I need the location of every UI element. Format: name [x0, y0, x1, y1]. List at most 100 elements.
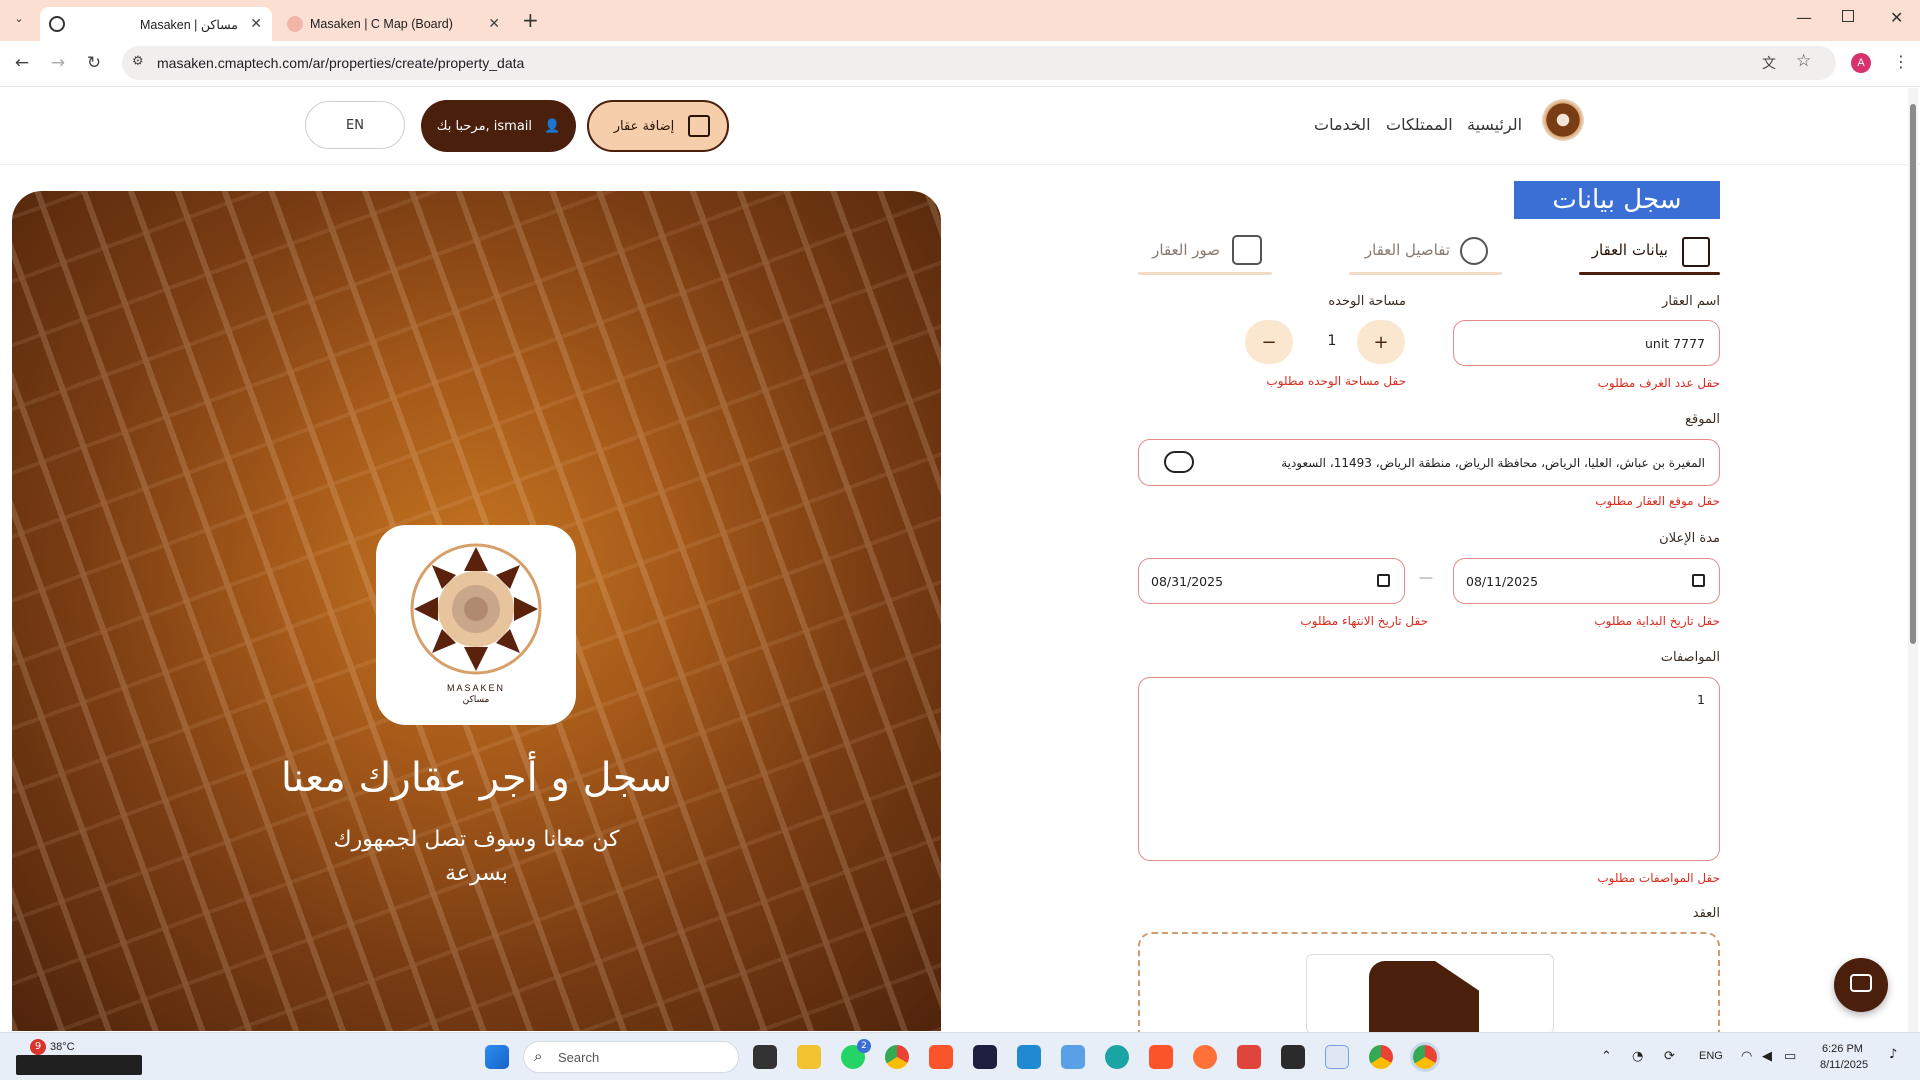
chrome-active-icon[interactable]: [1413, 1045, 1437, 1069]
jetbrains-icon[interactable]: [973, 1045, 997, 1069]
file-explorer-icon[interactable]: [797, 1045, 821, 1069]
site-info-icon[interactable]: ⚙: [132, 54, 144, 69]
add-property-button[interactable]: إضافة عقار: [587, 100, 729, 152]
weather-widget[interactable]: 9 38°C: [16, 1039, 146, 1075]
language-indicator[interactable]: ENG: [1699, 1050, 1723, 1062]
translate-icon[interactable]: 文: [1762, 53, 1776, 73]
search-placeholder: Search: [558, 1050, 600, 1065]
nav-home[interactable]: الرئيسية: [1467, 115, 1522, 134]
contract-upload-dropzone[interactable]: [1138, 932, 1720, 1035]
tab-property-data[interactable]: بيانات العقار: [1579, 233, 1720, 275]
weather-badge: 9: [30, 1039, 46, 1055]
promo-title: سجل و أجر عقارك معنا: [280, 755, 673, 801]
app-store-icon[interactable]: [1061, 1045, 1085, 1069]
weather-temp: 38°C: [50, 1041, 75, 1053]
wifi-icon[interactable]: ◠: [1741, 1049, 1752, 1064]
terminal-icon[interactable]: [1281, 1045, 1305, 1069]
nav-services[interactable]: الخدمات: [1314, 115, 1371, 134]
increment-button[interactable]: +: [1357, 320, 1405, 364]
browser-tab-bar: ⌄ Masaken | مساكن ✕ Masaken | C Map (Boa…: [0, 0, 1920, 41]
volume-icon[interactable]: ◀: [1762, 1049, 1772, 1064]
end-date-field[interactable]: 08/31/2025: [1138, 558, 1405, 604]
start-date-field[interactable]: 08/11/2025: [1453, 558, 1720, 604]
scrollbar-thumb[interactable]: [1910, 104, 1916, 644]
specs-textarea[interactable]: 1: [1138, 677, 1720, 861]
decrement-button[interactable]: −: [1245, 320, 1293, 364]
tab-masaken[interactable]: Masaken | مساكن ✕: [40, 7, 272, 41]
tab-underline: [1349, 272, 1502, 275]
notification-bell-icon[interactable]: ♪: [1889, 1047, 1897, 1062]
tab-label: بيانات العقار: [1591, 241, 1668, 259]
brave-beta-icon[interactable]: [1149, 1045, 1173, 1069]
promo-subtitle-1: كن معانا وسوف تصل لجمهورك: [333, 827, 620, 852]
clock-date[interactable]: 8/11/2025: [1820, 1059, 1868, 1071]
unit-area-error: حقل مساحة الوحده مطلوب: [1266, 374, 1406, 388]
welcome-label: مرحبا بك, ismail: [436, 118, 533, 134]
back-icon[interactable]: ←: [11, 53, 33, 73]
notepad-icon[interactable]: [1325, 1045, 1349, 1069]
address-bar-row: ← → ↻ ⚙ masaken.cmaptech.com/ar/properti…: [0, 41, 1920, 87]
forward-icon[interactable]: →: [47, 53, 69, 73]
promo-logo-arabic: مساكن: [462, 695, 490, 705]
chat-button[interactable]: [1834, 958, 1888, 1012]
taskbar-search[interactable]: ⌕ Search: [523, 1041, 739, 1073]
brave-icon[interactable]: [929, 1045, 953, 1069]
locate-icon[interactable]: [1164, 451, 1194, 473]
reload-icon[interactable]: ↻: [83, 53, 105, 73]
url-bar[interactable]: ⚙ masaken.cmaptech.com/ar/properties/cre…: [122, 46, 1836, 80]
tray-chevron-icon[interactable]: ⌃: [1601, 1049, 1612, 1064]
date-range-separator: —: [1419, 570, 1433, 586]
search-icon: ⌕: [534, 1047, 543, 1065]
battery-icon[interactable]: ▭: [1784, 1049, 1796, 1064]
vscode-icon[interactable]: [1017, 1045, 1041, 1069]
tab-search-icon[interactable]: ⌄: [10, 12, 28, 30]
chrome-profile-icon[interactable]: [1369, 1045, 1393, 1069]
page-title: سجل بيانات عقارك: [1514, 181, 1720, 253]
user-icon: 👤: [544, 118, 561, 134]
minimize-button[interactable]: —: [1796, 8, 1812, 27]
tab-property-photos[interactable]: صور العقار: [1138, 233, 1272, 275]
close-tab-icon[interactable]: ✕: [250, 16, 262, 32]
brave-nightly-icon[interactable]: [1237, 1045, 1261, 1069]
tab-cmap[interactable]: Masaken | C Map (Board) ✕: [278, 7, 510, 41]
task-view-icon[interactable]: [753, 1045, 777, 1069]
page-scrollbar[interactable]: [1908, 88, 1918, 1032]
edge-icon[interactable]: [1105, 1045, 1129, 1069]
unit-area-value[interactable]: 1: [1312, 333, 1352, 349]
location-field[interactable]: المغيرة بن عباش، العليا، الرياض، محافظة …: [1138, 439, 1720, 486]
tab-property-details[interactable]: تفاصيل العقار: [1349, 233, 1502, 275]
property-name-field[interactable]: unit 7777: [1453, 320, 1720, 366]
windows-taskbar: 9 38°C ⌕ Search 2 ⌃ ◔ ⟳ ENG ◠ ◀ ▭ 6:26 P…: [0, 1032, 1920, 1080]
unit-area-label: مساحة الوحده: [1328, 294, 1406, 309]
menu-kebab-icon[interactable]: ⋮: [1893, 52, 1909, 71]
site-header: الرئيسية الممتلكات الخدمات إضافة عقار مر…: [0, 87, 1920, 165]
windows-start-icon[interactable]: [485, 1045, 509, 1069]
close-window-button[interactable]: ✕: [1890, 8, 1903, 27]
tab-underline: [1138, 272, 1272, 275]
network-icon[interactable]: ◔: [1632, 1049, 1643, 1064]
clock-time[interactable]: 6:26 PM: [1822, 1043, 1863, 1055]
restore-button[interactable]: [1842, 10, 1854, 22]
end-date-error: حقل تاريخ الانتهاء مطلوب: [1300, 614, 1428, 628]
add-image-icon: [1232, 235, 1262, 265]
sync-icon[interactable]: ⟳: [1664, 1049, 1675, 1064]
building-icon: [1682, 237, 1710, 267]
language-toggle-button[interactable]: EN: [305, 101, 405, 149]
contract-preview-card: [1306, 954, 1554, 1035]
specs-error: حقل المواصفات مطلوب: [1597, 871, 1720, 885]
masaken-logo[interactable]: [1542, 99, 1584, 141]
close-tab-icon[interactable]: ✕: [488, 16, 500, 32]
location-value: المغيرة بن عباش، العليا، الرياض، محافظة …: [1281, 455, 1705, 470]
chrome-icon[interactable]: [885, 1045, 909, 1069]
new-tab-button[interactable]: +: [522, 8, 539, 32]
nav-properties[interactable]: الممتلكات: [1386, 115, 1453, 134]
promo-panel: MASAKEN مساكن سجل و أجر عقارك معنا كن مع…: [12, 191, 941, 1031]
globe-icon: [49, 16, 65, 32]
firefox-icon[interactable]: [1193, 1045, 1217, 1069]
user-welcome-button[interactable]: مرحبا بك, ismail 👤: [421, 100, 576, 152]
property-name-error: حقل عدد الغرف مطلوب: [1597, 376, 1720, 390]
add-property-label: إضافة عقار: [613, 118, 675, 134]
ad-period-label: مدة الإعلان: [1659, 531, 1720, 546]
profile-avatar[interactable]: A: [1851, 53, 1871, 73]
bookmark-star-icon[interactable]: ☆: [1796, 51, 1811, 71]
